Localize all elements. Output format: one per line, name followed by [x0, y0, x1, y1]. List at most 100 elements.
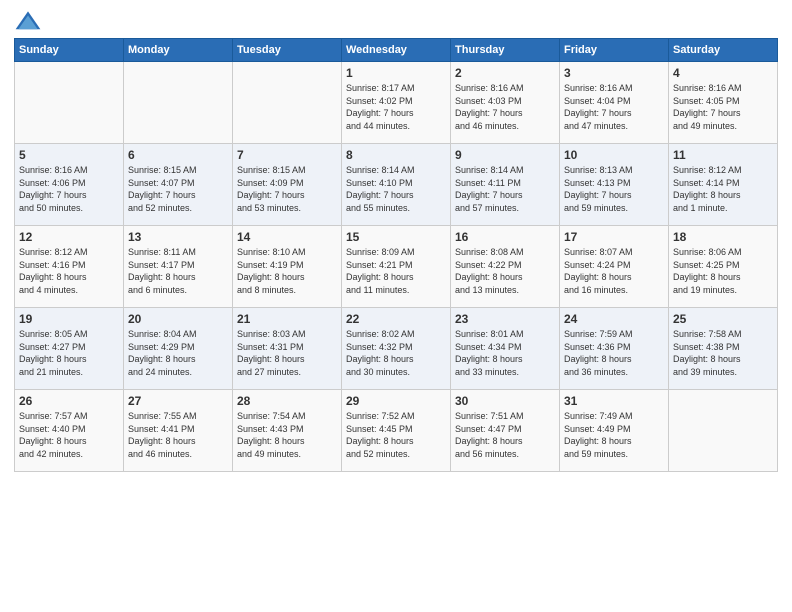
cell-info: Sunrise: 8:02 AM Sunset: 4:32 PM Dayligh… — [346, 328, 446, 378]
calendar-cell: 10 Sunrise: 8:13 AM Sunset: 4:13 PM Dayli… — [560, 144, 669, 226]
cell-info: Sunrise: 8:10 AM Sunset: 4:19 PM Dayligh… — [237, 246, 337, 296]
cell-info: Sunrise: 8:15 AM Sunset: 4:09 PM Dayligh… — [237, 164, 337, 214]
cell-info: Sunrise: 8:11 AM Sunset: 4:17 PM Dayligh… — [128, 246, 228, 296]
weekday-header-wednesday: Wednesday — [342, 39, 451, 62]
day-number: 20 — [128, 312, 228, 326]
day-number: 18 — [673, 230, 773, 244]
cell-info: Sunrise: 8:16 AM Sunset: 4:04 PM Dayligh… — [564, 82, 664, 132]
calendar-week-3: 12 Sunrise: 8:12 AM Sunset: 4:16 PM Dayli… — [15, 226, 778, 308]
cell-info: Sunrise: 7:49 AM Sunset: 4:49 PM Dayligh… — [564, 410, 664, 460]
day-number: 28 — [237, 394, 337, 408]
cell-info: Sunrise: 8:06 AM Sunset: 4:25 PM Dayligh… — [673, 246, 773, 296]
cell-info: Sunrise: 7:57 AM Sunset: 4:40 PM Dayligh… — [19, 410, 119, 460]
day-number: 12 — [19, 230, 119, 244]
day-number: 8 — [346, 148, 446, 162]
calendar-cell: 29 Sunrise: 7:52 AM Sunset: 4:45 PM Dayli… — [342, 390, 451, 472]
cell-info: Sunrise: 8:01 AM Sunset: 4:34 PM Dayligh… — [455, 328, 555, 378]
cell-info: Sunrise: 8:14 AM Sunset: 4:10 PM Dayligh… — [346, 164, 446, 214]
calendar-cell — [233, 62, 342, 144]
calendar-cell: 23 Sunrise: 8:01 AM Sunset: 4:34 PM Dayli… — [451, 308, 560, 390]
cell-info: Sunrise: 8:04 AM Sunset: 4:29 PM Dayligh… — [128, 328, 228, 378]
calendar-cell: 24Sunrise: 7:59 AM Sunset: 4:36 PM Dayli… — [560, 308, 669, 390]
calendar-cell: 7Sunrise: 8:15 AM Sunset: 4:09 PM Daylig… — [233, 144, 342, 226]
weekday-header-friday: Friday — [560, 39, 669, 62]
cell-info: Sunrise: 8:07 AM Sunset: 4:24 PM Dayligh… — [564, 246, 664, 296]
calendar-table: SundayMondayTuesdayWednesdayThursdayFrid… — [14, 38, 778, 472]
calendar-cell: 15 Sunrise: 8:09 AM Sunset: 4:21 PM Dayli… — [342, 226, 451, 308]
calendar-cell: 22 Sunrise: 8:02 AM Sunset: 4:32 PM Dayli… — [342, 308, 451, 390]
cell-info: Sunrise: 8:16 AM Sunset: 4:06 PM Dayligh… — [19, 164, 119, 214]
calendar-cell: 26 Sunrise: 7:57 AM Sunset: 4:40 PM Dayli… — [15, 390, 124, 472]
cell-info: Sunrise: 8:16 AM Sunset: 4:03 PM Dayligh… — [455, 82, 555, 132]
day-number: 1 — [346, 66, 446, 80]
day-number: 17 — [564, 230, 664, 244]
calendar-cell: 9 Sunrise: 8:14 AM Sunset: 4:11 PM Daylig… — [451, 144, 560, 226]
calendar-cell: 4 Sunrise: 8:16 AM Sunset: 4:05 PM Daylig… — [669, 62, 778, 144]
day-number: 27 — [128, 394, 228, 408]
calendar-cell: 2 Sunrise: 8:16 AM Sunset: 4:03 PM Daylig… — [451, 62, 560, 144]
day-number: 16 — [455, 230, 555, 244]
cell-info: Sunrise: 8:17 AM Sunset: 4:02 PM Dayligh… — [346, 82, 446, 132]
weekday-header-thursday: Thursday — [451, 39, 560, 62]
cell-info: Sunrise: 8:05 AM Sunset: 4:27 PM Dayligh… — [19, 328, 119, 378]
cell-info: Sunrise: 8:12 AM Sunset: 4:16 PM Dayligh… — [19, 246, 119, 296]
calendar-cell: 27 Sunrise: 7:55 AM Sunset: 4:41 PM Dayli… — [124, 390, 233, 472]
day-number: 5 — [19, 148, 119, 162]
cell-info: Sunrise: 8:16 AM Sunset: 4:05 PM Dayligh… — [673, 82, 773, 132]
calendar-cell: 12 Sunrise: 8:12 AM Sunset: 4:16 PM Dayli… — [15, 226, 124, 308]
day-number: 23 — [455, 312, 555, 326]
day-number: 6 — [128, 148, 228, 162]
cell-info: Sunrise: 8:14 AM Sunset: 4:11 PM Dayligh… — [455, 164, 555, 214]
cell-info: Sunrise: 8:13 AM Sunset: 4:13 PM Dayligh… — [564, 164, 664, 214]
page-container: SundayMondayTuesdayWednesdayThursdayFrid… — [0, 0, 792, 482]
cell-info: Sunrise: 8:03 AM Sunset: 4:31 PM Dayligh… — [237, 328, 337, 378]
day-number: 3 — [564, 66, 664, 80]
day-number: 19 — [19, 312, 119, 326]
day-number: 14 — [237, 230, 337, 244]
weekday-header-sunday: Sunday — [15, 39, 124, 62]
calendar-cell: 8 Sunrise: 8:14 AM Sunset: 4:10 PM Daylig… — [342, 144, 451, 226]
calendar-cell — [15, 62, 124, 144]
calendar-cell: 19 Sunrise: 8:05 AM Sunset: 4:27 PM Dayli… — [15, 308, 124, 390]
weekday-header-saturday: Saturday — [669, 39, 778, 62]
cell-info: Sunrise: 8:09 AM Sunset: 4:21 PM Dayligh… — [346, 246, 446, 296]
day-number: 10 — [564, 148, 664, 162]
day-number: 21 — [237, 312, 337, 326]
cell-info: Sunrise: 8:15 AM Sunset: 4:07 PM Dayligh… — [128, 164, 228, 214]
calendar-cell: 30Sunrise: 7:51 AM Sunset: 4:47 PM Dayli… — [451, 390, 560, 472]
calendar-week-2: 5 Sunrise: 8:16 AM Sunset: 4:06 PM Daylig… — [15, 144, 778, 226]
day-number: 2 — [455, 66, 555, 80]
cell-info: Sunrise: 7:55 AM Sunset: 4:41 PM Dayligh… — [128, 410, 228, 460]
day-number: 22 — [346, 312, 446, 326]
calendar-cell: 14 Sunrise: 8:10 AM Sunset: 4:19 PM Dayli… — [233, 226, 342, 308]
calendar-cell: 28 Sunrise: 7:54 AM Sunset: 4:43 PM Dayli… — [233, 390, 342, 472]
cell-info: Sunrise: 8:12 AM Sunset: 4:14 PM Dayligh… — [673, 164, 773, 214]
calendar-week-1: 1 Sunrise: 8:17 AM Sunset: 4:02 PM Daylig… — [15, 62, 778, 144]
cell-info: Sunrise: 7:59 AM Sunset: 4:36 PM Dayligh… — [564, 328, 664, 378]
header — [14, 10, 778, 32]
calendar-cell: 1 Sunrise: 8:17 AM Sunset: 4:02 PM Daylig… — [342, 62, 451, 144]
calendar-week-5: 26 Sunrise: 7:57 AM Sunset: 4:40 PM Dayli… — [15, 390, 778, 472]
cell-info: Sunrise: 8:08 AM Sunset: 4:22 PM Dayligh… — [455, 246, 555, 296]
day-number: 15 — [346, 230, 446, 244]
calendar-cell: 3 Sunrise: 8:16 AM Sunset: 4:04 PM Daylig… — [560, 62, 669, 144]
cell-info: Sunrise: 7:52 AM Sunset: 4:45 PM Dayligh… — [346, 410, 446, 460]
day-number: 9 — [455, 148, 555, 162]
logo-icon — [14, 10, 42, 32]
cell-info: Sunrise: 7:54 AM Sunset: 4:43 PM Dayligh… — [237, 410, 337, 460]
day-number: 31 — [564, 394, 664, 408]
calendar-cell — [669, 390, 778, 472]
day-number: 26 — [19, 394, 119, 408]
day-number: 25 — [673, 312, 773, 326]
day-number: 13 — [128, 230, 228, 244]
cell-info: Sunrise: 7:58 AM Sunset: 4:38 PM Dayligh… — [673, 328, 773, 378]
calendar-week-4: 19 Sunrise: 8:05 AM Sunset: 4:27 PM Dayli… — [15, 308, 778, 390]
calendar-cell: 31 Sunrise: 7:49 AM Sunset: 4:49 PM Dayli… — [560, 390, 669, 472]
calendar-cell: 20 Sunrise: 8:04 AM Sunset: 4:29 PM Dayli… — [124, 308, 233, 390]
calendar-cell: 25 Sunrise: 7:58 AM Sunset: 4:38 PM Dayli… — [669, 308, 778, 390]
day-number: 29 — [346, 394, 446, 408]
cell-info: Sunrise: 7:51 AM Sunset: 4:47 PM Dayligh… — [455, 410, 555, 460]
day-number: 4 — [673, 66, 773, 80]
calendar-cell: 17 Sunrise: 8:07 AM Sunset: 4:24 PM Dayli… — [560, 226, 669, 308]
calendar-cell: 5 Sunrise: 8:16 AM Sunset: 4:06 PM Daylig… — [15, 144, 124, 226]
